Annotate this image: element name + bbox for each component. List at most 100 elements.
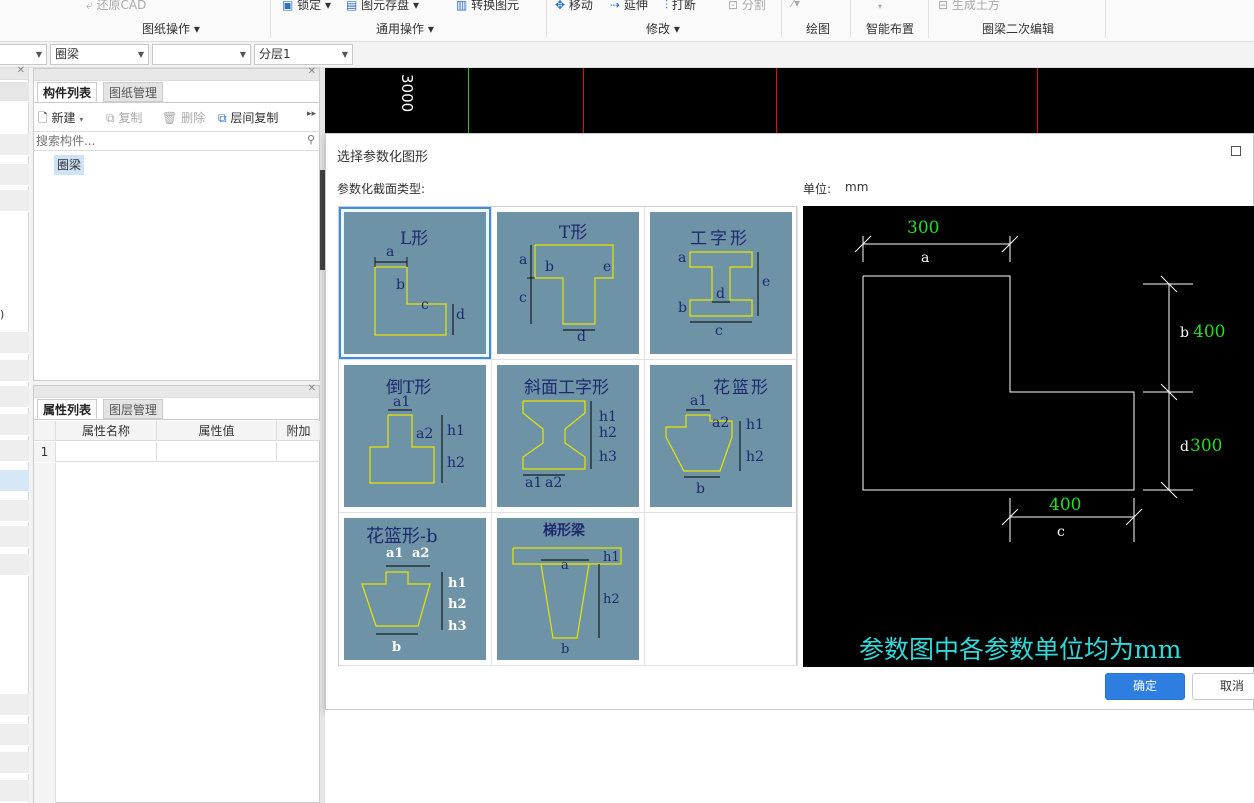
param-label: h2 — [599, 425, 617, 441]
panel-titlebar: ✕ — [34, 383, 319, 398]
modify-group[interactable]: 修改 ▾ — [646, 20, 680, 37]
shape-l[interactable]: L形 a b c d — [339, 207, 492, 360]
list-item[interactable] — [0, 500, 29, 522]
new-button[interactable]: 🗋 新建 ▾ — [38, 109, 83, 130]
chevron-down-icon: ▼ — [137, 50, 144, 59]
grid-line — [776, 68, 777, 133]
shape-t[interactable]: T形 a b e c d — [492, 207, 645, 360]
smart-layout-group[interactable]: 智能布置 — [866, 20, 914, 37]
floor-copy-button[interactable]: ⧉ 层间复制 — [218, 109, 278, 126]
floor-copy-icon: ⧉ — [218, 111, 227, 125]
list-item[interactable] — [0, 360, 29, 382]
ribbon-divider — [1105, 0, 1106, 38]
row-extra[interactable] — [277, 442, 320, 462]
shape-thumbnail: 梯形梁 a h1 h2 b — [497, 518, 639, 660]
common-ops-group[interactable]: 通用操作 ▾ — [376, 20, 434, 37]
extend-button[interactable]: ⇢ 延伸 — [610, 0, 648, 13]
param-label: h3 — [599, 449, 617, 465]
slope-i-shape-icon — [522, 400, 592, 476]
lock-button[interactable]: ▣ 锁定 ▾ — [282, 0, 331, 13]
tab-component-list[interactable]: 构件列表 — [37, 82, 98, 102]
cancel-button[interactable]: 取消 — [1192, 673, 1254, 700]
param-label: h2 — [603, 592, 620, 607]
ring-beam-edit-group[interactable]: 圈梁二次编辑 — [982, 20, 1054, 37]
tree-item-ring-beam[interactable]: 圈梁 — [54, 155, 85, 175]
search-box[interactable]: ⚲ — [34, 131, 320, 151]
drawing-area[interactable] — [325, 710, 1254, 803]
list-item-selected[interactable] — [0, 470, 29, 492]
drawing-ops-group[interactable]: 图纸操作 ▾ — [142, 20, 200, 37]
shape-flower-basket[interactable]: 花篮形 a1 a2 h1 h2 b — [645, 360, 798, 513]
param-label: a — [921, 250, 930, 266]
param-label: a2 — [712, 415, 730, 431]
table-row[interactable]: 1 — [34, 442, 320, 462]
list-item[interactable] — [0, 724, 29, 746]
convert-element-button[interactable]: ▥ 转换图元 — [456, 0, 519, 13]
search-icon[interactable]: ⚲ — [307, 133, 315, 146]
draw-group[interactable]: 绘图 — [806, 20, 830, 37]
shape-thumbnail: 倒T形 a1 a2 h1 h2 — [344, 365, 486, 507]
list-item[interactable] — [0, 190, 29, 212]
search-input[interactable] — [34, 132, 289, 149]
delete-button[interactable]: 🗑 删除 — [162, 109, 205, 126]
header-extra: 附加 — [286, 424, 311, 438]
list-item[interactable] — [0, 82, 29, 102]
floor-select[interactable]: ▼ — [0, 44, 47, 65]
break-button[interactable]: ⫶ 打断 — [665, 0, 696, 13]
list-item[interactable] — [0, 526, 29, 548]
row-name[interactable] — [56, 442, 157, 462]
convert-icon: ▥ — [456, 0, 468, 12]
cad-canvas[interactable]: 3000 — [325, 68, 1254, 133]
list-item[interactable] — [0, 440, 29, 462]
shape-grid: L形 a b c d T形 a b e c d 工字形 a e d b c 倒T… — [338, 206, 798, 666]
close-icon[interactable]: ✕ — [308, 383, 316, 394]
close-icon[interactable]: ✕ — [17, 65, 25, 76]
more-icon[interactable]: ▸▸ — [307, 109, 316, 119]
shape-thumbnail: 花篮形-b a1 a2 h1 h2 h3 b — [344, 518, 486, 660]
list-item[interactable] — [0, 332, 29, 354]
ribbon-divider — [928, 0, 929, 38]
property-list-panel: ✕ 属性列表 图层管理 属性名称 属性值 附加 1 — [33, 383, 321, 803]
copy-button[interactable]: ⧉ 复制 — [106, 109, 142, 126]
shape-thumbnail: T形 a b e c d — [497, 212, 639, 354]
draw-tool-button[interactable]: ⁄▾ — [792, 0, 800, 10]
shape-trapezoid-beam[interactable]: 梯形梁 a h1 h2 b — [492, 513, 645, 666]
tab-layer-management[interactable]: 图层管理 — [103, 399, 164, 419]
component-name-select[interactable]: ▼ — [152, 44, 251, 65]
maximize-icon[interactable] — [1231, 146, 1241, 156]
split-button[interactable]: ⊡ 分割 — [728, 0, 766, 13]
grid-line — [583, 68, 584, 133]
ok-button[interactable]: 确定 — [1105, 673, 1185, 700]
shape-inverted-t[interactable]: 倒T形 a1 a2 h1 h2 — [339, 360, 492, 513]
row-index: 1 — [34, 442, 56, 462]
shape-i[interactable]: 工字形 a e d b c — [645, 207, 798, 360]
param-label: a2 — [416, 426, 434, 442]
smart-layout-dropdown[interactable]: ▾ — [878, 2, 882, 11]
restore-cad-button[interactable]: ⤶ 还原CAD — [86, 0, 146, 13]
shape-slope-i[interactable]: 斜面工字形 h1 h2 h3 a1 a2 — [492, 360, 645, 513]
list-item[interactable] — [0, 554, 29, 576]
shape-flower-basket-b[interactable]: 花篮形-b a1 a2 h1 h2 h3 b — [339, 513, 492, 666]
list-item[interactable] — [0, 414, 29, 436]
layer-select[interactable]: 分层1 ▼ — [254, 44, 353, 65]
list-item[interactable] — [0, 694, 29, 716]
move-button[interactable]: ✥ 移动 — [555, 0, 593, 13]
param-label: h2 — [746, 449, 764, 465]
param-label: b — [392, 640, 402, 655]
save-element-button[interactable]: ▤ 图元存盘 ▾ — [346, 0, 419, 13]
list-item[interactable] — [0, 780, 29, 802]
unit-label: 单位: — [803, 182, 832, 196]
component-type-select[interactable]: 圈梁 ▼ — [50, 44, 149, 65]
tab-drawing-management[interactable]: 图纸管理 — [103, 82, 164, 102]
row-value[interactable] — [157, 442, 277, 462]
tab-property-list[interactable]: 属性列表 — [37, 399, 98, 419]
list-item[interactable] — [0, 386, 29, 408]
param-label: b — [696, 481, 705, 497]
component-list-panel: ✕ 构件列表 图纸管理 🗋 新建 ▾ ⧉ 复制 🗑 删除 ⧉ 层间复制 ▸▸ ⚲… — [33, 66, 321, 381]
list-item[interactable] — [0, 752, 29, 774]
generate-earthwork-button[interactable]: ⊟ 生成土方 — [938, 0, 1000, 13]
list-item[interactable] — [0, 134, 29, 156]
list-item[interactable] — [0, 164, 29, 186]
close-icon[interactable]: ✕ — [308, 66, 316, 77]
param-value: 400 — [1193, 322, 1226, 342]
